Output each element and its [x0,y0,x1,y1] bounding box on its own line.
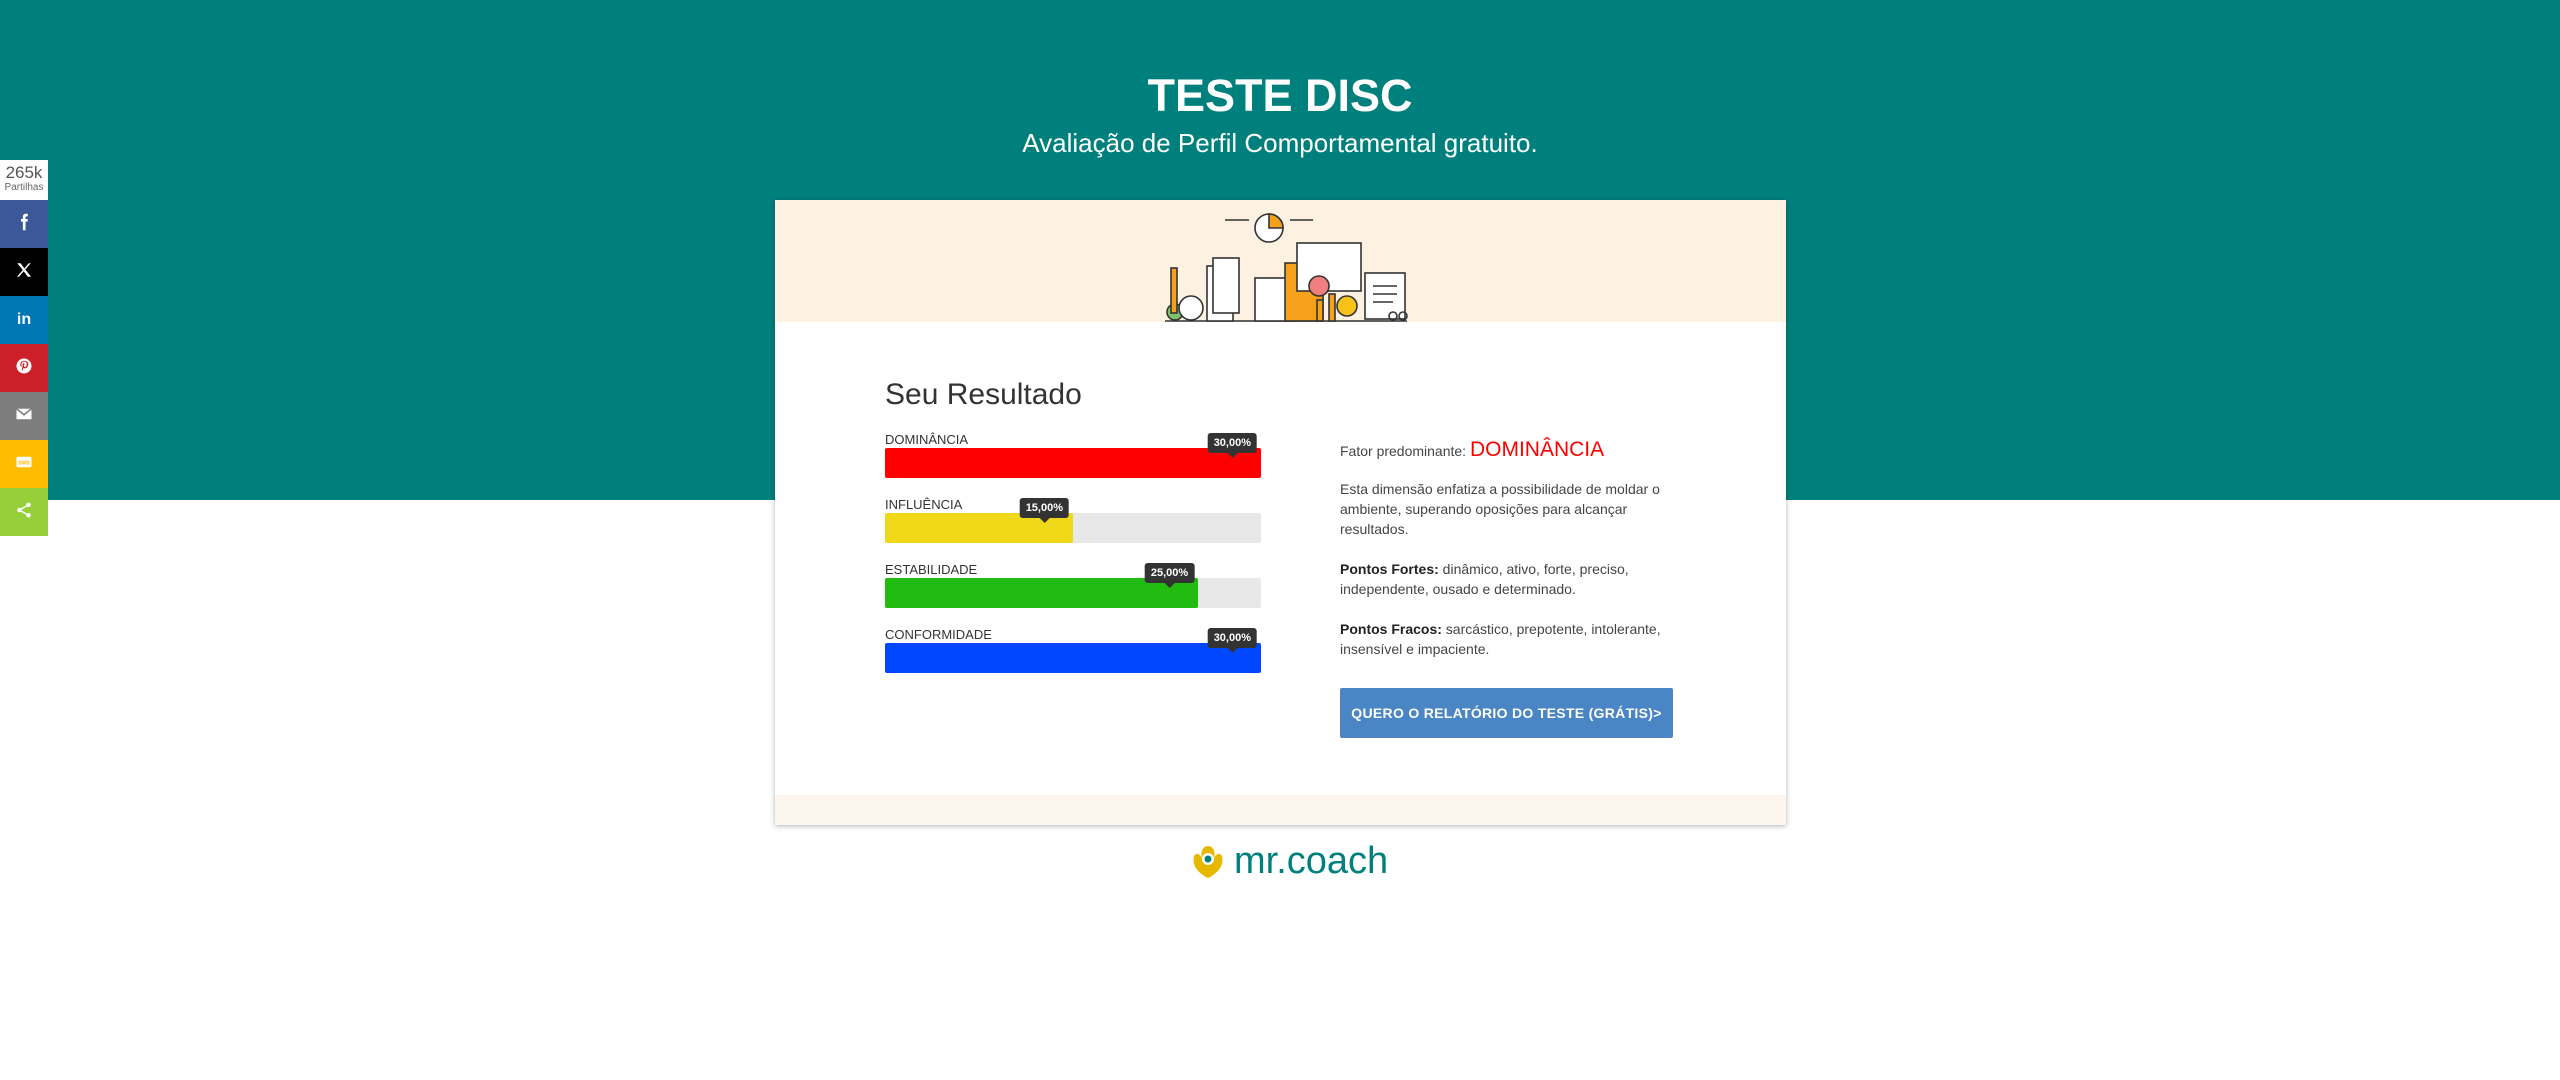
report-cta-button[interactable]: QUERO O RELATÓRIO DO TESTE (GRÁTIS)> [1340,688,1673,738]
share-icon [15,501,33,524]
mrcoach-logo-icon [1193,845,1223,878]
bar-value-tooltip: 30,00% [1207,433,1257,458]
share-linkedin-button[interactable]: in [0,296,48,344]
bar-label: DOMINÂNCIA [885,432,969,447]
bar-value-tooltip: 30,00% [1207,628,1257,653]
bar-label: CONFORMIDADE [885,627,992,642]
email-icon [15,405,33,428]
share-x-button[interactable] [0,248,48,296]
card-footer-band [775,795,1786,825]
share-sidebar: 265k Partilhas in SMS [0,160,48,536]
predominant-factor-label: Fator predominante: [1340,443,1467,459]
mrcoach-logo-text: mr.coach [1234,840,1389,882]
bar-group: INFLUÊNCIA 15,00% [885,491,1265,556]
bar-fill [885,643,1261,673]
card-header-band [775,200,1786,322]
bar-track: 30,00% [885,628,1261,673]
share-sms-button[interactable]: SMS [0,440,48,488]
svg-text:SMS: SMS [18,460,30,466]
strengths-label: Pontos Fortes: [1340,561,1439,577]
share-count-label: Partilhas [4,182,44,193]
facebook-icon [15,213,33,236]
mrcoach-logo[interactable]: mr.coach [1188,840,1388,883]
bar-group: DOMINÂNCIA 30,00% [885,426,1265,491]
predominant-factor-value: DOMINÂNCIA [1469,438,1605,461]
share-counter: 265k Partilhas [0,160,48,200]
x-icon [15,261,33,284]
weaknesses-label: Pontos Fracos: [1340,621,1442,637]
bar-label: INFLUÊNCIA [885,497,963,512]
analytics-illustration-icon [1165,213,1408,322]
sms-icon: SMS [15,453,33,476]
bar-track: 15,00% [885,498,1261,543]
page-title: TESTE DISC [1147,70,1413,121]
weaknesses: Pontos Fracos: sarcástico, prepotente, i… [1340,619,1670,659]
bar-group: CONFORMIDADE 30,00% [885,621,1265,686]
bar-track: 30,00% [885,433,1261,478]
result-card: Seu Resultado DOMINÂNCIA 30,00% INFLUÊNCIA… [775,200,1786,825]
result-section: Seu Resultado DOMINÂNCIA 30,00% INFLUÊNCIA… [885,378,1265,686]
bar-track: 25,00% [885,563,1261,608]
bar-label: ESTABILIDADE [885,562,978,577]
result-title: Seu Resultado [885,378,1082,411]
strengths: Pontos Fortes: dinâmico, ativo, forte, p… [1340,559,1670,599]
pinterest-icon [15,357,33,380]
page-subtitle: Avaliação de Perfil Comportamental gratu… [1022,128,1538,158]
analysis-section: Fator predominante: DOMINÂNCIA Esta dime… [1340,438,1670,659]
bar-value-tooltip: 15,00% [1019,498,1069,523]
share-facebook-button[interactable] [0,200,48,248]
linkedin-icon: in [16,311,32,328]
bar-value-tooltip: 25,00% [1144,563,1195,588]
share-more-button[interactable] [0,488,48,536]
share-pinterest-button[interactable] [0,344,48,392]
bar-fill [885,448,1261,478]
predominant-factor: Fator predominante: DOMINÂNCIA [1340,438,1670,461]
dimension-description: Esta dimensão enfatiza a possibilidade d… [1340,481,1660,537]
bar-group: ESTABILIDADE 25,00% [885,556,1265,621]
share-count-number: 265k [5,163,43,182]
share-email-button[interactable] [0,392,48,440]
